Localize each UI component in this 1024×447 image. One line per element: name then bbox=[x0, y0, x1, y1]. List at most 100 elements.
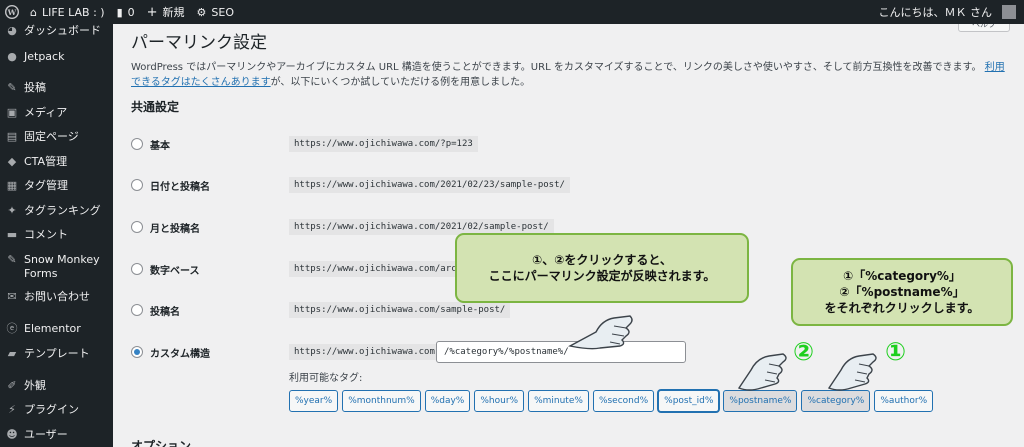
tag-button-post-id[interactable]: %post_id% bbox=[658, 390, 720, 412]
wordpress-logo-icon[interactable]: W bbox=[0, 0, 24, 24]
radio-button[interactable] bbox=[131, 304, 143, 316]
sidebar-item-label: テンプレート bbox=[24, 347, 90, 360]
callout-right-line3: をそれぞれクリックします。 bbox=[824, 301, 980, 315]
radio-button[interactable] bbox=[131, 221, 143, 233]
option-post-name[interactable]: 投稿名 bbox=[131, 301, 180, 319]
callout-center-line2: ここにパーマリンク設定が反映されます。 bbox=[488, 269, 716, 283]
gear-icon: ⚙ bbox=[196, 5, 207, 19]
radio-button[interactable] bbox=[131, 263, 143, 275]
speech-bubble-icon: ◆ bbox=[7, 155, 17, 168]
plugin-icon: ⚡ bbox=[8, 403, 16, 416]
sidebar-item-tag-manage[interactable]: ▦ タグ管理 bbox=[0, 179, 74, 193]
sidebar-item-label: ダッシュボード bbox=[24, 24, 101, 37]
sidebar-item-label: Elementor bbox=[24, 322, 81, 335]
available-tags-label: 利用可能なタグ: bbox=[289, 373, 363, 384]
admin-sidebar: ◕ ダッシュボード ● Jetpack ✎ 投稿 ▣ メディア ▤ 固定ページ ◆ CTA管… bbox=[0, 24, 113, 447]
tag-button-day[interactable]: %day% bbox=[424, 390, 471, 412]
sidebar-item-label: Jetpack bbox=[24, 50, 65, 63]
tag-button-author[interactable]: %author% bbox=[874, 390, 934, 412]
sidebar-item-media[interactable]: ▣ メディア bbox=[0, 106, 73, 120]
sidebar-item-contact[interactable]: ✉ お問い合わせ bbox=[0, 290, 96, 304]
sidebar-item-label: 外観 bbox=[24, 379, 46, 392]
radio-button[interactable] bbox=[131, 138, 143, 150]
radio-button-selected[interactable] bbox=[131, 346, 143, 358]
intro-tail: が、以下にいくつか試していただける例を用意しました。 bbox=[270, 77, 531, 88]
sidebar-item-label: お問い合わせ bbox=[24, 290, 90, 303]
sidebar-item-label: ユーザー bbox=[24, 428, 68, 441]
site-name-label: LIFE LAB : ) bbox=[41, 5, 105, 19]
pointing-hand-icon bbox=[827, 353, 877, 391]
page-icon: ▤ bbox=[6, 130, 18, 143]
brush-icon: ✐ bbox=[7, 379, 17, 392]
tag-button-hour[interactable]: %hour% bbox=[474, 390, 525, 412]
elementor-icon: ⓔ bbox=[6, 322, 18, 335]
sidebar-item-comments[interactable]: ▬ コメント bbox=[0, 228, 74, 242]
sidebar-item-users[interactable]: ☻ ユーザー bbox=[0, 428, 74, 442]
tag-button-monthnum[interactable]: %monthnum% bbox=[342, 390, 421, 412]
new-label: 新規 bbox=[162, 6, 185, 19]
option-label: 月と投稿名 bbox=[150, 223, 200, 235]
tag-button-group: %year% %monthnum% %day% %hour% %minute% … bbox=[289, 390, 934, 412]
sidebar-item-plugins[interactable]: ⚡ プラグイン bbox=[0, 403, 85, 417]
mail-icon: ✉ bbox=[7, 290, 17, 303]
sidebar-item-label: Snow Monkey Forms bbox=[24, 253, 100, 280]
sidebar-item-label: 固定ページ bbox=[24, 130, 79, 143]
sidebar-item-label: タグランキング bbox=[24, 204, 101, 217]
sidebar-item-dashboard[interactable]: ◕ ダッシュボード bbox=[0, 24, 107, 38]
plus-icon: + bbox=[146, 4, 158, 20]
radio-button[interactable] bbox=[131, 179, 143, 191]
sidebar-item-posts[interactable]: ✎ 投稿 bbox=[0, 81, 52, 95]
option-plain[interactable]: 基本 bbox=[131, 135, 170, 153]
tag-button-minute[interactable]: %minute% bbox=[528, 390, 589, 412]
option-label: 基本 bbox=[150, 140, 170, 152]
option-custom[interactable]: カスタム構造 bbox=[131, 343, 210, 361]
new-content-link[interactable]: + 新規 bbox=[141, 0, 191, 24]
dashboard-icon: ◕ bbox=[7, 24, 17, 37]
jetpack-icon: ● bbox=[7, 50, 17, 63]
callout-center: ①、②をクリックすると、 ここにパーマリンク設定が反映されます。 bbox=[455, 233, 749, 303]
sidebar-item-label: タグ管理 bbox=[24, 179, 68, 192]
option-month-name[interactable]: 月と投稿名 bbox=[131, 218, 200, 236]
ranking-icon: ✦ bbox=[7, 204, 17, 217]
sidebar-item-label: コメント bbox=[24, 228, 68, 241]
comment-icon: ▮ bbox=[116, 5, 123, 19]
help-tab-button[interactable]: ヘルプ bbox=[958, 24, 1010, 32]
tag-button-year[interactable]: %year% bbox=[289, 390, 339, 412]
page-title: パーマリンク設定 bbox=[131, 33, 267, 53]
callout-center-line1: ①、②をクリックすると、 bbox=[532, 253, 672, 267]
intro-text: WordPress ではパーマリンクやアーカイブにカスタム URL 構造を使うこ… bbox=[131, 62, 982, 73]
sidebar-item-appearance[interactable]: ✐ 外観 bbox=[0, 379, 52, 393]
step-number-2: ② bbox=[793, 337, 815, 366]
sidebar-item-tag-ranking[interactable]: ✦ タグランキング bbox=[0, 204, 107, 218]
step-number-1: ① bbox=[885, 337, 907, 366]
intro-paragraph: WordPress ではパーマリンクやアーカイブにカスタム URL 構造を使うこ… bbox=[131, 60, 1011, 90]
admin-bar: W ⌂ LIFE LAB : ) ▮ 0 + 新規 ⚙ SEO こんにちは、ＭＫ… bbox=[0, 0, 1024, 24]
pointing-hand-icon bbox=[737, 353, 787, 391]
callout-right-line1: ①「%category%」 bbox=[843, 269, 961, 283]
tag-button-postname[interactable]: %postname% bbox=[723, 390, 798, 412]
callout-right-line2: ②「%postname%」 bbox=[839, 285, 965, 299]
greeting-text: こんにちは、ＭＫ さん bbox=[878, 6, 993, 19]
tag-button-category[interactable]: %category% bbox=[801, 390, 871, 412]
custom-structure-input[interactable]: /%category%/%postname%/ bbox=[436, 341, 686, 363]
site-name-link[interactable]: ⌂ LIFE LAB : ) bbox=[24, 0, 111, 24]
option-label: 日付と投稿名 bbox=[150, 181, 210, 193]
tag-button-second[interactable]: %second% bbox=[592, 390, 655, 412]
seo-link[interactable]: ⚙ SEO bbox=[191, 0, 240, 24]
sidebar-item-label: CTA管理 bbox=[24, 155, 68, 168]
sidebar-item-cta[interactable]: ◆ CTA管理 bbox=[0, 155, 73, 169]
comments-link[interactable]: ▮ 0 bbox=[111, 0, 141, 24]
sidebar-item-pages[interactable]: ▤ 固定ページ bbox=[0, 130, 85, 144]
user-greeting[interactable]: こんにちは、ＭＫ さん bbox=[873, 0, 1024, 24]
sidebar-item-templates[interactable]: ▰ テンプレート bbox=[0, 347, 96, 361]
option-numeric[interactable]: 数字ベース bbox=[131, 260, 200, 278]
comment-icon: ▬ bbox=[6, 228, 18, 241]
sidebar-item-elementor[interactable]: ⓔ Elementor bbox=[0, 322, 87, 336]
option-day-name[interactable]: 日付と投稿名 bbox=[131, 176, 210, 194]
avatar bbox=[1002, 5, 1016, 19]
sidebar-item-snow-monkey[interactable]: ✎ Snow Monkey Forms bbox=[0, 253, 110, 281]
sidebar-item-jetpack[interactable]: ● Jetpack bbox=[0, 50, 70, 64]
media-icon: ▣ bbox=[6, 106, 18, 119]
custom-base-url: https://www.ojichiwawa.com bbox=[289, 344, 440, 360]
seo-label: SEO bbox=[211, 5, 235, 19]
